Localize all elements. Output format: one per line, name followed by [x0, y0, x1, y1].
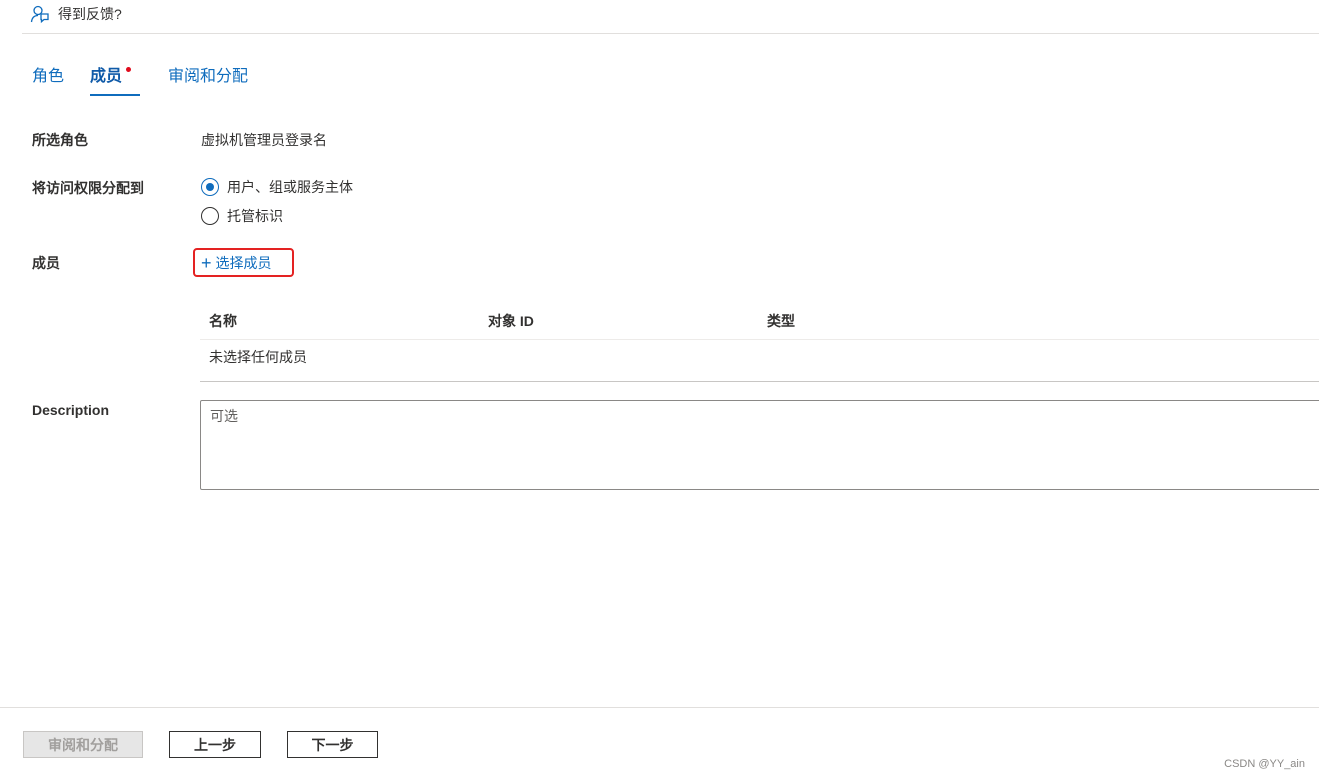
feedback-icon — [30, 4, 50, 24]
footer-divider — [0, 707, 1319, 708]
watermark: CSDN @YY_ain — [1224, 758, 1305, 770]
feedback-link[interactable]: 得到反馈? — [30, 2, 122, 26]
radio-managed-identity[interactable]: 托管标识 — [201, 206, 283, 226]
column-header-type[interactable]: 类型 — [767, 311, 795, 331]
active-tab-indicator — [90, 94, 140, 96]
selected-role-label: 所选角色 — [32, 132, 88, 148]
feedback-label: 得到反馈? — [58, 6, 122, 22]
next-button[interactable]: 下一步 — [287, 731, 378, 758]
plus-icon: + — [201, 252, 212, 273]
description-input[interactable] — [200, 400, 1319, 490]
assign-access-label: 将访问权限分配到 — [32, 180, 144, 196]
tab-members[interactable]: 成员 — [90, 66, 122, 88]
tab-role[interactable]: 角色 — [32, 66, 64, 88]
description-label: Description — [32, 402, 110, 418]
column-header-object-id[interactable]: 对象 ID — [488, 311, 534, 331]
select-members-button[interactable]: + 选择成员 — [193, 248, 294, 277]
table-header-divider — [200, 339, 1319, 340]
column-header-name[interactable]: 名称 — [209, 311, 237, 331]
review-assign-button[interactable]: 审阅和分配 — [23, 731, 143, 758]
table-bottom-divider — [200, 381, 1319, 382]
previous-button[interactable]: 上一步 — [169, 731, 261, 758]
select-members-label: 选择成员 — [215, 254, 272, 271]
divider — [22, 33, 1319, 34]
tab-review-assign[interactable]: 审阅和分配 — [168, 66, 248, 88]
required-indicator — [126, 67, 131, 72]
radio-label: 用户、组或服务主体 — [227, 179, 353, 195]
radio-label: 托管标识 — [227, 208, 283, 224]
radio-checked-icon[interactable] — [201, 178, 219, 196]
selected-role-value: 虚拟机管理员登录名 — [201, 132, 327, 148]
radio-unchecked-icon[interactable] — [201, 207, 219, 225]
empty-members-text: 未选择任何成员 — [209, 349, 307, 365]
radio-user-group-sp[interactable]: 用户、组或服务主体 — [201, 177, 353, 197]
members-label: 成员 — [32, 255, 60, 271]
